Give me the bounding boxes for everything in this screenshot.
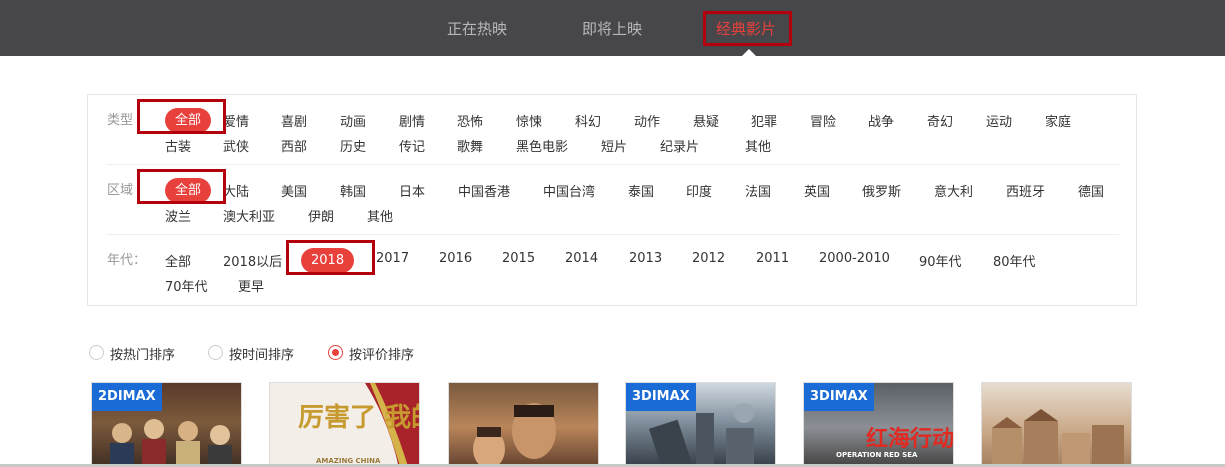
filter-option-type[interactable]: 黑色电影	[516, 136, 568, 155]
highlight-box	[137, 169, 226, 204]
movie-poster[interactable]	[448, 382, 599, 467]
filter-option-region[interactable]: 大陆	[223, 181, 249, 200]
filter-option-region[interactable]: 波兰	[165, 206, 191, 225]
filter-option-type[interactable]: 武侠	[223, 136, 249, 155]
poster-image	[110, 419, 232, 467]
filter-option-type[interactable]: 历史	[340, 136, 366, 155]
filter-option-type[interactable]: 歌舞	[457, 136, 483, 155]
filter-option-type[interactable]: 动画	[340, 111, 366, 130]
poster-title: 红海行动	[866, 426, 954, 452]
filter-option-year[interactable]: 80年代	[993, 251, 1036, 270]
filter-option-region[interactable]: 韩国	[340, 181, 366, 200]
filter-option-type[interactable]: 惊悚	[516, 111, 542, 130]
filter-option-type[interactable]: 悬疑	[693, 111, 719, 130]
filter-option-region[interactable]: 中国台湾	[543, 181, 595, 200]
filter-option-region[interactable]: 其他	[367, 206, 393, 225]
divider	[107, 234, 1119, 235]
filter-label-year: 年代：	[107, 253, 147, 268]
filter-option-year[interactable]: 90年代	[919, 251, 962, 270]
active-tab-caret	[742, 49, 756, 56]
filter-option-region[interactable]: 澳大利亚	[223, 206, 275, 225]
sort-label: 按时间排序	[229, 348, 295, 363]
filter-option-type[interactable]: 纪录片	[660, 136, 699, 155]
movie-poster[interactable]	[981, 382, 1132, 467]
poster-title: 厉害了 我的国	[298, 403, 419, 433]
filter-option-year[interactable]: 2000-2010	[819, 251, 890, 266]
poster-image	[992, 409, 1124, 467]
filter-option-region[interactable]: 伊朗	[308, 206, 334, 225]
divider	[107, 164, 1119, 165]
filter-option-type[interactable]: 古装	[165, 136, 191, 155]
radio-icon[interactable]	[208, 345, 223, 360]
filter-option-year[interactable]: 2013	[629, 251, 662, 266]
poster-subtitle: OPERATION RED SEA	[836, 451, 918, 459]
filter-option-year[interactable]: 70年代	[165, 276, 208, 295]
poster-image	[473, 403, 556, 467]
filter-option-region[interactable]: 泰国	[628, 181, 654, 200]
filter-option-type[interactable]: 其他	[745, 136, 771, 155]
filter-option-type[interactable]: 喜剧	[281, 111, 307, 130]
filter-option-type[interactable]: 剧情	[399, 111, 425, 130]
movie-poster[interactable]: 2DIMAX	[91, 382, 242, 467]
filter-option-year[interactable]: 全部	[165, 251, 191, 270]
filter-option-type[interactable]: 冒险	[810, 111, 836, 130]
movie-poster[interactable]: 3DIMAX	[625, 382, 776, 467]
imax-badge: 3DIMAX	[804, 383, 874, 411]
radio-checked-icon[interactable]	[328, 345, 343, 360]
filter-option-year[interactable]: 更早	[238, 276, 264, 295]
filter-option-region[interactable]: 美国	[281, 181, 307, 200]
filter-option-type[interactable]: 爱情	[223, 111, 249, 130]
filter-option-year[interactable]: 2012	[692, 251, 725, 266]
filter-option-type[interactable]: 恐怖	[457, 111, 483, 130]
top-nav: 正在热映 即将上映 经典影片	[0, 0, 1225, 56]
filter-option-type[interactable]: 短片	[601, 136, 627, 155]
filter-label-type: 类型	[107, 113, 134, 128]
filter-option-type[interactable]: 西部	[281, 136, 307, 155]
filter-option-type[interactable]: 运动	[986, 111, 1012, 130]
filter-option-region[interactable]: 意大利	[934, 181, 973, 200]
filter-label-region: 区域	[107, 183, 134, 198]
filter-option-region[interactable]: 英国	[804, 181, 830, 200]
filter-option-region[interactable]: 西班牙	[1006, 181, 1045, 200]
tab-now-showing[interactable]: 正在热映	[447, 18, 507, 39]
filter-option-type[interactable]: 战争	[868, 111, 894, 130]
filter-option-year[interactable]: 2017	[376, 251, 409, 266]
filter-option-type[interactable]: 家庭	[1045, 111, 1071, 130]
highlight-box	[703, 11, 792, 46]
filter-option-type[interactable]: 奇幻	[927, 111, 953, 130]
filter-option-type[interactable]: 科幻	[575, 111, 601, 130]
filter-option-region[interactable]: 中国香港	[458, 181, 510, 200]
movie-poster[interactable]: 厉害了 我的国 AMAZING CHINA	[269, 382, 420, 467]
filter-option-region[interactable]: 德国	[1078, 181, 1104, 200]
radio-icon[interactable]	[89, 345, 104, 360]
filter-option-region[interactable]: 俄罗斯	[862, 181, 901, 200]
highlight-box	[286, 240, 375, 275]
sort-label: 按评价排序	[349, 348, 415, 363]
filter-option-region[interactable]: 印度	[686, 181, 712, 200]
filter-option-type[interactable]: 传记	[399, 136, 425, 155]
filter-option-year[interactable]: 2014	[565, 251, 598, 266]
filter-option-year[interactable]: 2016	[439, 251, 472, 266]
filter-option-type[interactable]: 犯罪	[751, 111, 777, 130]
tab-coming-soon[interactable]: 即将上映	[582, 18, 642, 39]
sort-label: 按热门排序	[110, 348, 176, 363]
highlight-box	[137, 99, 226, 134]
filter-panel: 类型 全部 爱情 喜剧 动画 剧情 恐怖 惊悚 科幻 动作 悬疑 犯罪 冒险 战争 奇幻 运动 家庭 古装 武侠西…	[87, 94, 1137, 306]
filter-option-year[interactable]: 2018以后	[223, 251, 282, 270]
filter-option-region[interactable]: 日本	[399, 181, 425, 200]
poster-image	[649, 403, 754, 467]
filter-option-year[interactable]: 2015	[502, 251, 535, 266]
filter-option-year[interactable]: 2011	[756, 251, 789, 266]
movie-poster[interactable]: 3DIMAX 红海行动 OPERATION RED SEA	[803, 382, 954, 467]
filter-option-type[interactable]: 动作	[634, 111, 660, 130]
filter-option-region[interactable]: 法国	[745, 181, 771, 200]
